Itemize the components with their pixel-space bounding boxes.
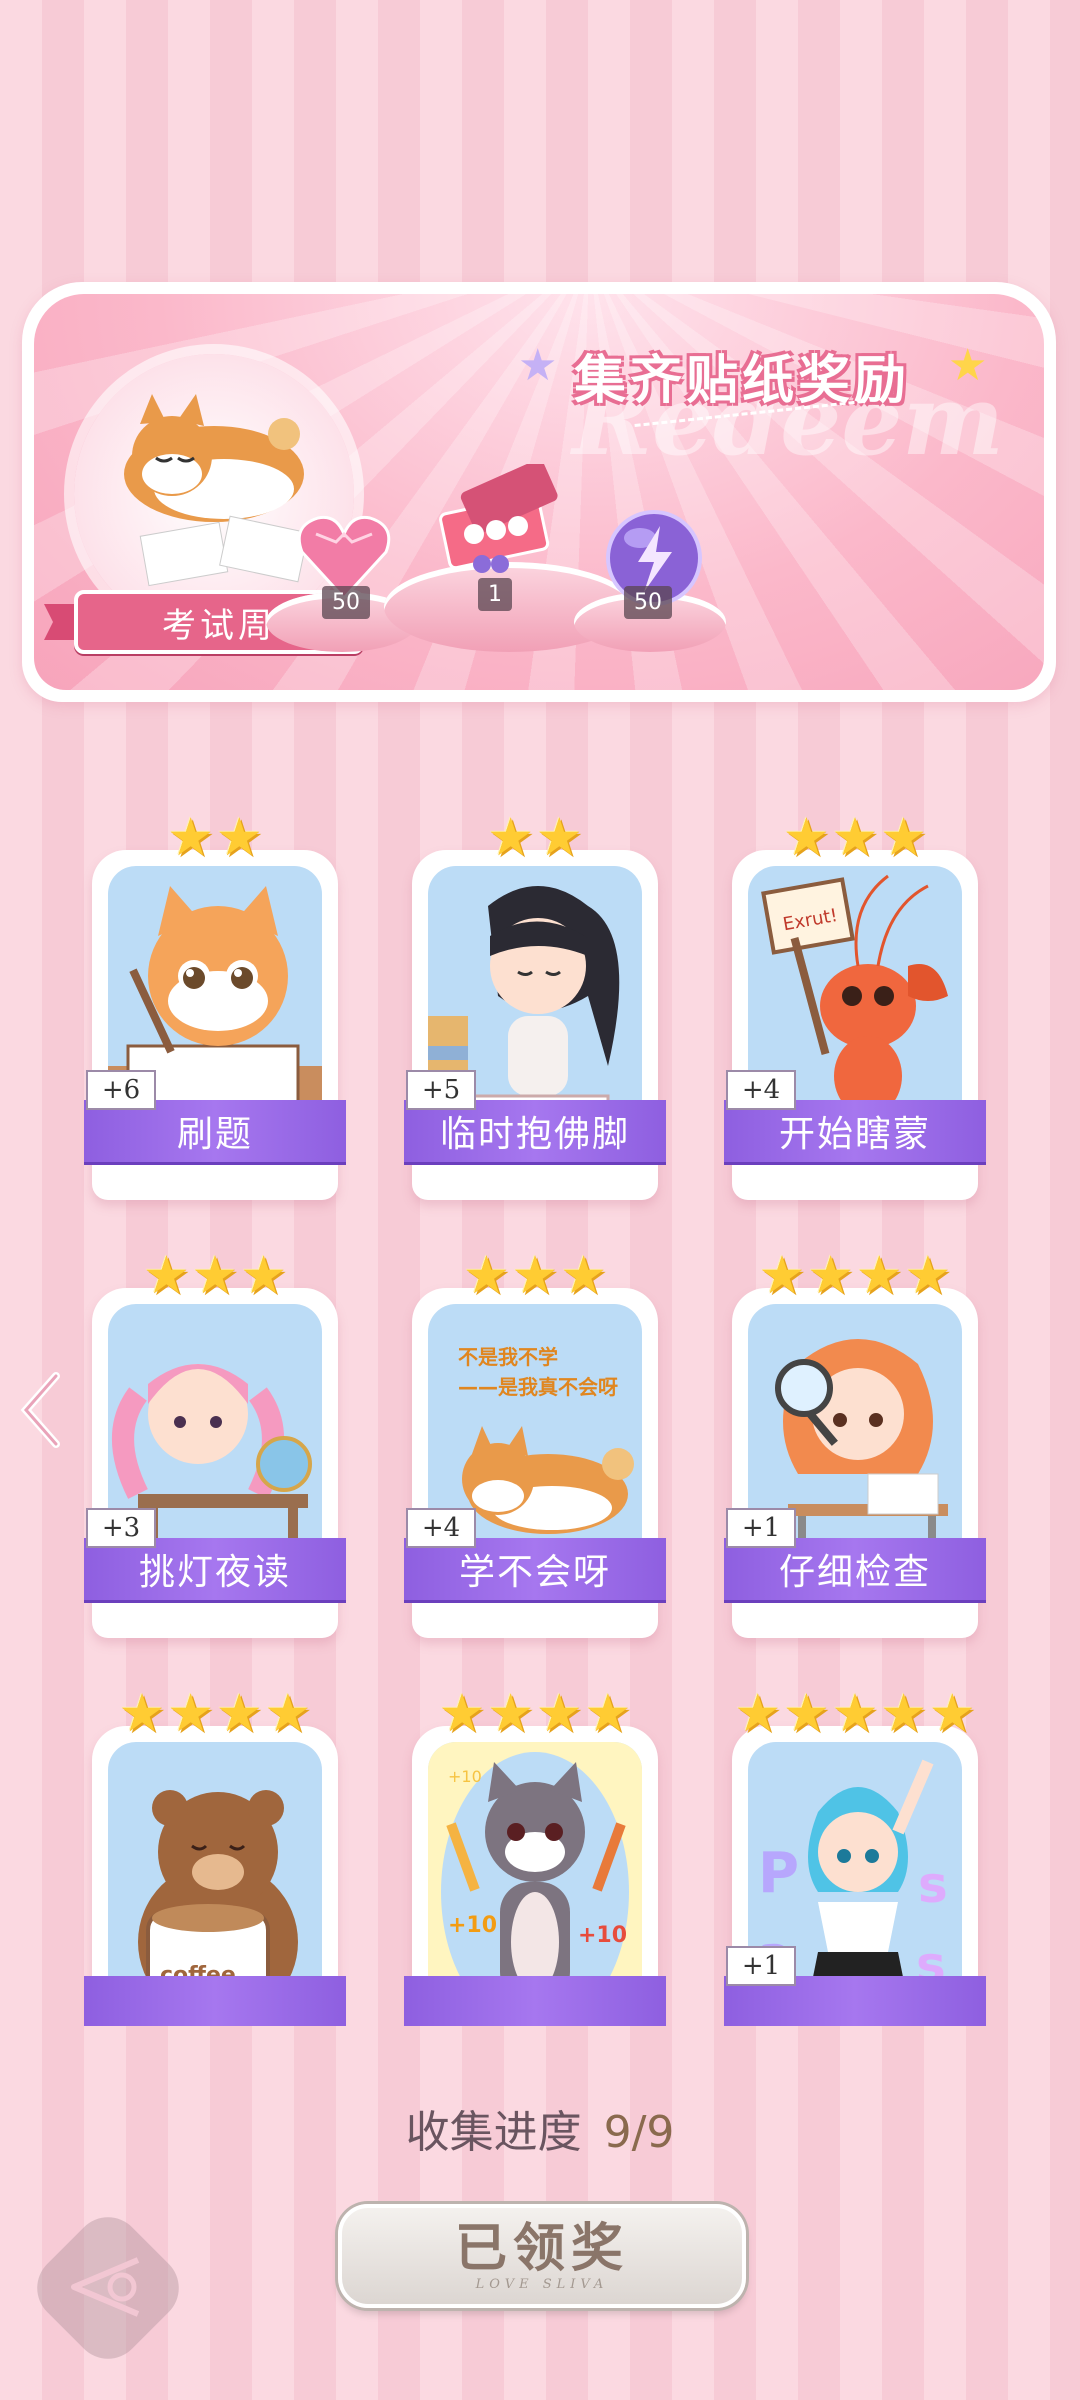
- svg-text:——是我真不会呀: ——是我真不会呀: [458, 1375, 618, 1399]
- sticker-bonus: +4: [406, 1508, 476, 1548]
- svg-text:P: P: [758, 1841, 799, 1906]
- star-icon: ★: [928, 1684, 976, 1744]
- star-icon: ★: [167, 1684, 214, 1744]
- star-icon: ★: [807, 1246, 854, 1306]
- sticker-bonus: +3: [86, 1508, 156, 1548]
- star-icon: ★: [783, 1684, 830, 1744]
- star-icon: ★: [118, 1684, 166, 1744]
- collection-progress: 收集进度 9/9: [0, 2096, 1080, 2160]
- prev-page-arrow-icon[interactable]: [18, 1370, 66, 1450]
- sticker-rating: ★ ★ ★ ★: [724, 1246, 986, 1306]
- star-icon: ★: [167, 808, 214, 868]
- progress-value: 9/9: [603, 2107, 675, 2158]
- star-icon: ★: [438, 1684, 486, 1744]
- reward-count: 50: [624, 586, 672, 619]
- sticker-rating: ★ ★ ★: [84, 1246, 346, 1306]
- sticker-card[interactable]: 不是我不学 ——是我真不会呀 ★ ★ ★ 学不会呀 +4: [404, 1246, 666, 1646]
- star-icon: ★: [758, 1246, 806, 1306]
- sticker-bonus: +1: [726, 1508, 796, 1548]
- star-icon: ★: [831, 1684, 879, 1744]
- sticker-rating: ★ ★ ★ ★: [84, 1684, 346, 1744]
- sticker-bonus: +1: [726, 1946, 796, 1986]
- sticker-rating: ★ ★: [404, 808, 666, 868]
- star-icon: ★: [880, 1684, 927, 1744]
- reward-count: 50: [322, 586, 370, 619]
- star-icon: ★: [143, 1246, 190, 1306]
- sticker-card[interactable]: ★ ★ ★ ★ 仔细检查 +1: [724, 1246, 986, 1646]
- sticker-card[interactable]: coffee★★★★: [84, 1684, 346, 2084]
- sticker-rating: ★ ★ ★ ★ ★: [724, 1684, 986, 1744]
- svg-text:+10: +10: [578, 1923, 627, 1948]
- svg-text:s: s: [918, 1856, 948, 1914]
- sticker-rating: ★ ★ ★: [404, 1246, 666, 1306]
- claimed-button[interactable]: 已领奖 LOVE SLIVA: [338, 2204, 746, 2308]
- back-arrow-icon: [66, 2254, 150, 2320]
- sticker-rating: ★ ★ ★ ★: [404, 1684, 666, 1744]
- star-icon: ★: [904, 1246, 952, 1306]
- sticker-card[interactable]: +10 +10 +10 ★ ★ ★ ★: [404, 1684, 666, 2084]
- star-icon: ★: [463, 1246, 510, 1306]
- star-icon: ★: [240, 1246, 287, 1306]
- yellow-star-icon: ★: [948, 340, 988, 391]
- claimed-button-label: 已领奖: [454, 2218, 629, 2279]
- sticker-bonus: +6: [86, 1070, 156, 1110]
- sticker-card[interactable]: Exrut! ★ ★ ★ 开始瞎蒙 +4: [724, 808, 986, 1208]
- reward-banner-inner: Redeem ★ ★ 集齐贴纸奖励 考试周 50 1 50: [34, 294, 1044, 690]
- purple-star-icon: ★: [518, 340, 558, 391]
- star-icon: ★: [487, 808, 534, 868]
- star-icon: ★: [216, 1684, 263, 1744]
- star-icon: ★: [584, 1684, 632, 1744]
- star-icon: ★: [191, 1246, 239, 1306]
- star-icon: ★: [831, 808, 879, 868]
- star-icon: ★: [487, 1684, 534, 1744]
- reward-count: 1: [478, 578, 512, 611]
- sticker-card[interactable]: Pass★★★★★+1: [724, 1684, 986, 2084]
- svg-text:+10: +10: [448, 1913, 497, 1938]
- svg-text:不是我不学: 不是我不学: [458, 1345, 558, 1369]
- claimed-button-sub: LOVE SLIVA: [475, 2276, 609, 2292]
- sticker-card[interactable]: ★ ★ 临时抱佛脚 +5: [404, 808, 666, 1208]
- reward-banner: Redeem ★ ★ 集齐贴纸奖励 考试周 50 1 50: [22, 282, 1056, 702]
- sticker-rating: ★ ★ ★: [724, 808, 986, 868]
- star-icon: ★: [783, 808, 830, 868]
- star-icon: ★: [734, 1684, 782, 1744]
- star-icon: ★: [536, 1684, 583, 1744]
- sticker-bonus: +5: [406, 1070, 476, 1110]
- star-icon: ★: [880, 808, 927, 868]
- progress-label: 收集进度: [405, 2107, 582, 2158]
- sticker-bonus: +4: [726, 1070, 796, 1110]
- star-icon: ★: [560, 1246, 607, 1306]
- sticker-rating: ★ ★: [84, 808, 346, 868]
- sticker-card[interactable]: ★ ★ 刷题 +6: [84, 808, 346, 1208]
- svg-text:+10: +10: [448, 1767, 482, 1786]
- gift-box-icon[interactable]: [434, 459, 564, 574]
- star-icon: ★: [856, 1246, 903, 1306]
- star-icon: ★: [511, 1246, 559, 1306]
- star-icon: ★: [264, 1684, 312, 1744]
- sticker-card[interactable]: ★ ★ ★ 挑灯夜读 +3: [84, 1246, 346, 1646]
- star-icon: ★: [536, 808, 583, 868]
- star-icon: ★: [216, 808, 263, 868]
